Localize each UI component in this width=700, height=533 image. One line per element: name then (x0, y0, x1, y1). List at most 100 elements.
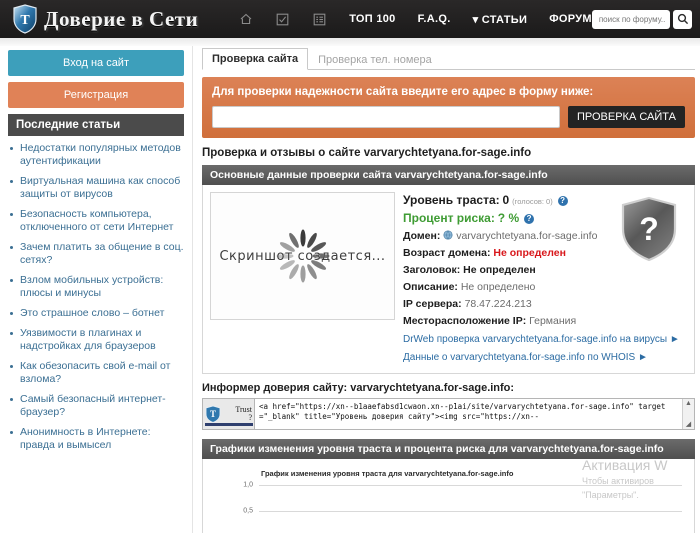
question-shield-icon: ? (621, 196, 677, 262)
informer-code-textarea[interactable] (255, 399, 682, 429)
svg-text:T: T (20, 13, 30, 28)
check-form-row: ПРОВЕРКА САЙТА (212, 106, 685, 128)
basic-data-body: Скриншот создается... Уровень траста: 0 … (202, 185, 695, 374)
nav-link-articles[interactable]: ▾ СТАТЬИ (473, 13, 528, 26)
list-item[interactable]: Самый безопасный интернет-браузер? (10, 393, 184, 426)
sidebar: Вход на сайт Регистрация Последние стать… (0, 46, 193, 533)
svg-text:?: ? (639, 211, 659, 247)
trust-level-row: Уровень траста: 0 (голосов: 0) ? (403, 192, 603, 210)
nav-link-top100[interactable]: ТОП 100 (349, 13, 395, 25)
login-button[interactable]: Вход на сайт (8, 50, 184, 76)
site-url-input[interactable] (212, 106, 560, 128)
small-shield-icon: T (205, 405, 221, 423)
check-tabs: Проверка сайта Проверка тел. номера (202, 48, 695, 70)
main-nav: ТОП 100 F.A.Q. ▾ СТАТЬИ ФОРУМ (238, 12, 592, 27)
risk-percent-value: ? % (497, 211, 520, 225)
main-content: Проверка сайта Проверка тел. номера Для … (193, 46, 700, 533)
charts-body: График изменения уровня траста для varva… (202, 459, 695, 533)
informer-badge-value: ? (248, 413, 252, 422)
nav-link-forum[interactable]: ФОРУМ (549, 13, 592, 25)
check-site-button[interactable]: ПРОВЕРКА САЙТА (567, 106, 685, 128)
informer-badge-preview: T Trust ? (203, 399, 255, 429)
nav-link-faq[interactable]: F.A.Q. (418, 13, 451, 25)
list-item[interactable]: Анонимность в Интернете: правда и вымысе… (10, 426, 184, 459)
site-title: Доверие в Сети (44, 6, 199, 31)
domain-value: varvarychtetyana.for-sage.info (456, 230, 598, 242)
textarea-scrollbar[interactable]: ▲ ◢ (682, 399, 694, 429)
charts-heading: Графики изменения уровня траста и процен… (202, 439, 695, 459)
trust-votes-count: (голосов: 0) (512, 197, 553, 206)
search-button[interactable] (673, 9, 692, 29)
list-item[interactable]: Взлом мобильных устройств: плюсы и минус… (10, 274, 184, 307)
page-body: Вход на сайт Регистрация Последние стать… (0, 38, 700, 533)
domain-age-value: Не определен (493, 247, 566, 259)
chart-gridline (259, 485, 682, 486)
ip-location-value: Германия (529, 315, 577, 327)
list-item[interactable]: Зачем платить за общение в соц. сетях? (10, 241, 184, 274)
domain-label: Домен: (403, 230, 441, 242)
domain-age-row: Возраст домена: Не определен (403, 245, 603, 262)
latest-articles-heading: Последние статьи (8, 114, 184, 136)
server-ip-value: 78.47.224.213 (464, 298, 532, 310)
site-info-list: Уровень траста: 0 (голосов: 0) ? Процент… (403, 192, 680, 366)
drweb-check-link[interactable]: DrWeb проверка varvarychtetyana.for-sage… (403, 332, 680, 348)
shield-logo-icon: T (12, 4, 38, 34)
y-axis-tick: 1,0 (243, 481, 253, 489)
site-title-row: Заголовок: Не определен (403, 262, 603, 279)
site-logo[interactable]: T Доверие в Сети (12, 4, 198, 34)
latest-articles-list: Недостатки популярных методов аутентифик… (8, 142, 184, 459)
globe-icon (443, 229, 453, 240)
y-axis-tick: 0,5 (243, 507, 253, 515)
list-item[interactable]: Уязвимости в плагинах и надстройках для … (10, 327, 184, 360)
site-title-value: Не определен (463, 264, 536, 276)
whois-data-link[interactable]: Данные о varvarychtetyana.for-sage.info … (403, 350, 648, 366)
site-desc-value: Не определено (460, 281, 536, 293)
trust-level-value: 0 (502, 193, 510, 207)
forum-search-box[interactable] (591, 9, 671, 29)
resize-handle[interactable]: ◢ (686, 420, 691, 428)
help-icon[interactable]: ? (524, 214, 535, 224)
header-divider (0, 38, 700, 46)
server-ip-row: IP сервера: 78.47.224.213 (403, 296, 603, 313)
list-icon[interactable] (312, 12, 327, 27)
informer-title: Информер доверия сайту: varvarychtetyana… (202, 382, 515, 394)
ip-location-label: Месторасположение IP: (403, 315, 527, 327)
charts-panel: Графики изменения уровня траста и процен… (202, 439, 695, 533)
list-item[interactable]: Недостатки популярных методов аутентифик… (10, 142, 184, 175)
risk-percent-label: Процент риска: (403, 211, 495, 225)
chart-gridline (259, 511, 682, 512)
help-icon[interactable]: ? (557, 196, 568, 206)
chart-title: График изменения уровня траста для varva… (261, 469, 514, 478)
screenshot-caption: Скриншот создается... (219, 248, 386, 264)
domain-age-label: Возраст домена: (403, 247, 491, 259)
list-item[interactable]: Как обезопасить свой e-mail от взлома? (10, 360, 184, 393)
informer-code-row: T Trust ? ▲ ◢ (202, 398, 695, 430)
scroll-up-arrow[interactable]: ▲ (685, 400, 692, 407)
register-button[interactable]: Регистрация (8, 82, 184, 108)
domain-row: Домен: varvarychtetyana.for-sage.info (403, 228, 603, 245)
basic-data-panel: Основные данные проверки сайта varvarych… (202, 165, 695, 374)
trust-shield-badge: ? (611, 192, 687, 366)
site-check-form: Для проверки надежности сайта введите ег… (202, 77, 695, 138)
list-item[interactable]: Виртуальная машина как способ защиты от … (10, 175, 184, 208)
server-ip-label: IP сервера: (403, 298, 462, 310)
ip-location-row: Месторасположение IP: Германия (403, 313, 603, 330)
site-desc-label: Описание: (403, 281, 458, 293)
tab-phone-check[interactable]: Проверка тел. номера (308, 49, 442, 70)
checkbox-icon[interactable] (275, 12, 290, 27)
site-screenshot-placeholder: Скриншот создается... (210, 192, 395, 320)
trust-level-label: Уровень траста: (403, 193, 500, 207)
svg-text:T: T (210, 409, 216, 419)
search-input[interactable] (596, 13, 669, 25)
list-item[interactable]: Это страшное слово – ботнет (10, 307, 184, 327)
informer-badge-text: Trust ? (221, 406, 254, 422)
page-title: Проверка и отзывы о сайте varvarychtetya… (202, 147, 532, 159)
tab-site-check[interactable]: Проверка сайта (202, 48, 309, 70)
check-form-title: Для проверки надежности сайта введите ег… (212, 86, 594, 98)
trust-level-chart: 1,0 0,5 0,0 (209, 481, 688, 533)
basic-data-heading: Основные данные проверки сайта varvarych… (202, 165, 695, 185)
risk-percent-row: Процент риска: ? % ? (403, 210, 603, 228)
list-item[interactable]: Безопасность компьютера, отключенного от… (10, 208, 184, 241)
home-icon[interactable] (238, 12, 253, 27)
site-desc-row: Описание: Не определено (403, 279, 603, 296)
